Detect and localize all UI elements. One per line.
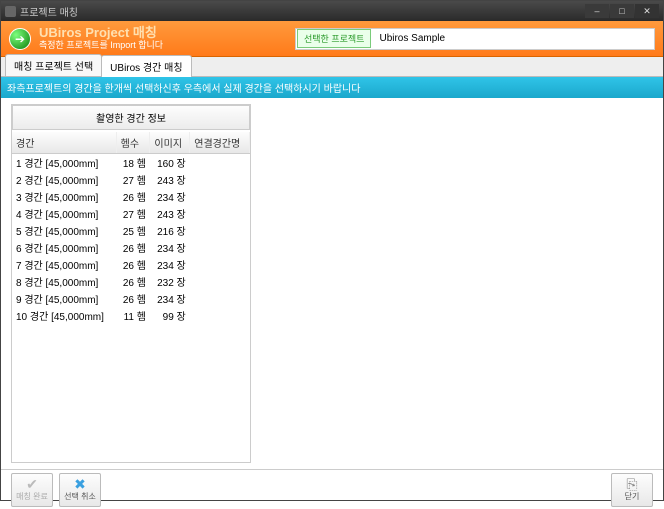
table-row[interactable]: 6 경간 [45,000mm]26 헴234 장 (12, 239, 250, 256)
content-area: 촬영한 경간 정보 경간헴수이미지연결경간명 1 경간 [45,000mm]18… (1, 98, 663, 469)
cell-span: 4 경간 [45,000mm] (12, 205, 116, 222)
table-row[interactable]: 3 경간 [45,000mm]26 헴234 장 (12, 188, 250, 205)
cell-img: 234 장 (150, 256, 190, 273)
cell-span: 7 경간 [45,000mm] (12, 256, 116, 273)
table-row[interactable]: 5 경간 [45,000mm]25 헴216 장 (12, 222, 250, 239)
cell-img: 99 장 (150, 307, 190, 324)
close-button[interactable]: ✕ (635, 4, 659, 18)
match-done-label: 매칭 완료 (16, 491, 48, 502)
cell-span: 6 경간 [45,000mm] (12, 239, 116, 256)
close-dialog-button[interactable]: ⎘ 닫기 (611, 473, 653, 507)
cell-link (190, 188, 250, 205)
table-row[interactable]: 4 경간 [45,000mm]27 헴243 장 (12, 205, 250, 222)
left-panel-header: 촬영한 경간 정보 (12, 105, 250, 130)
banner-subtitle: 측정한 프로젝트를 Import 합니다 (39, 41, 163, 51)
cell-img: 232 장 (150, 273, 190, 290)
tab[interactable]: 매칭 프로젝트 선택 (5, 54, 102, 76)
span-table: 경간헴수이미지연결경간명 1 경간 [45,000mm]18 헴160 장2 경… (12, 132, 250, 324)
cell-hem: 26 헴 (116, 239, 150, 256)
window-title: 프로젝트 매칭 (20, 4, 78, 19)
cell-hem: 26 헴 (116, 290, 150, 307)
cell-img: 243 장 (150, 171, 190, 188)
cell-link (190, 273, 250, 290)
cell-link (190, 290, 250, 307)
cell-hem: 27 헴 (116, 171, 150, 188)
nav-back-icon[interactable]: ➔ (9, 28, 31, 50)
tab[interactable]: UBiros 경간 매칭 (101, 55, 191, 77)
info-bar: 좌측프로젝트의 경간을 한개씩 선택하신후 우측에서 실제 경간을 선택하시기 … (1, 77, 663, 98)
match-done-button[interactable]: ✔ 매칭 완료 (11, 473, 53, 507)
cell-link (190, 256, 250, 273)
cell-img: 234 장 (150, 188, 190, 205)
banner-title: UBiros Project 매칭 (39, 26, 163, 40)
cell-span: 2 경간 [45,000mm] (12, 171, 116, 188)
cancel-icon: ✖ (74, 477, 86, 491)
project-selector: 선택한 프로젝트 (295, 28, 655, 50)
maximize-button[interactable]: □ (610, 4, 634, 18)
table-row[interactable]: 9 경간 [45,000mm]26 헴234 장 (12, 290, 250, 307)
close-icon: ⎘ (626, 477, 637, 491)
tab-strip: 매칭 프로젝트 선택UBiros 경간 매칭 (1, 57, 663, 77)
cancel-selection-button[interactable]: ✖ 선택 취소 (59, 473, 101, 507)
cell-hem: 18 헴 (116, 154, 150, 172)
cell-span: 5 경간 [45,000mm] (12, 222, 116, 239)
cell-span: 10 경간 [45,000mm] (12, 307, 116, 324)
cell-link (190, 154, 250, 172)
check-icon: ✔ (26, 477, 38, 491)
close-label: 닫기 (625, 491, 640, 502)
project-label: 선택한 프로젝트 (297, 29, 371, 48)
cell-img: 234 장 (150, 239, 190, 256)
cancel-label: 선택 취소 (64, 491, 96, 502)
minimize-button[interactable]: – (585, 4, 609, 18)
cell-hem: 27 헴 (116, 205, 150, 222)
column-header[interactable]: 헴수 (116, 132, 150, 154)
cell-link (190, 205, 250, 222)
cell-hem: 26 헴 (116, 256, 150, 273)
column-header[interactable]: 경간 (12, 132, 116, 154)
window-buttons: – □ ✕ (585, 4, 659, 18)
column-header[interactable]: 연결경간명 (190, 132, 250, 154)
cell-img: 160 장 (150, 154, 190, 172)
cell-link (190, 171, 250, 188)
cell-span: 8 경간 [45,000mm] (12, 273, 116, 290)
table-row[interactable]: 8 경간 [45,000mm]26 헴232 장 (12, 273, 250, 290)
footer: ✔ 매칭 완료 ✖ 선택 취소 ⎘ 닫기 (1, 469, 663, 509)
table-row[interactable]: 10 경간 [45,000mm]11 헴99 장 (12, 307, 250, 324)
app-icon (5, 6, 16, 17)
cell-hem: 26 헴 (116, 273, 150, 290)
cell-img: 234 장 (150, 290, 190, 307)
column-header[interactable]: 이미지 (150, 132, 190, 154)
banner: ➔ UBiros Project 매칭 측정한 프로젝트를 Import 합니다… (1, 21, 663, 57)
project-name-input[interactable] (375, 33, 654, 44)
right-panel (259, 104, 653, 463)
table-row[interactable]: 2 경간 [45,000mm]27 헴243 장 (12, 171, 250, 188)
table-row[interactable]: 7 경간 [45,000mm]26 헴234 장 (12, 256, 250, 273)
cell-img: 216 장 (150, 222, 190, 239)
cell-link (190, 222, 250, 239)
cell-hem: 25 헴 (116, 222, 150, 239)
cell-hem: 11 헴 (116, 307, 150, 324)
cell-img: 243 장 (150, 205, 190, 222)
table-row[interactable]: 1 경간 [45,000mm]18 헴160 장 (12, 154, 250, 172)
cell-span: 1 경간 [45,000mm] (12, 154, 116, 172)
cell-link (190, 239, 250, 256)
cell-span: 9 경간 [45,000mm] (12, 290, 116, 307)
cell-link (190, 307, 250, 324)
window-titlebar: 프로젝트 매칭 – □ ✕ (1, 1, 663, 21)
cell-hem: 26 헴 (116, 188, 150, 205)
cell-span: 3 경간 [45,000mm] (12, 188, 116, 205)
left-panel: 촬영한 경간 정보 경간헴수이미지연결경간명 1 경간 [45,000mm]18… (11, 104, 251, 463)
